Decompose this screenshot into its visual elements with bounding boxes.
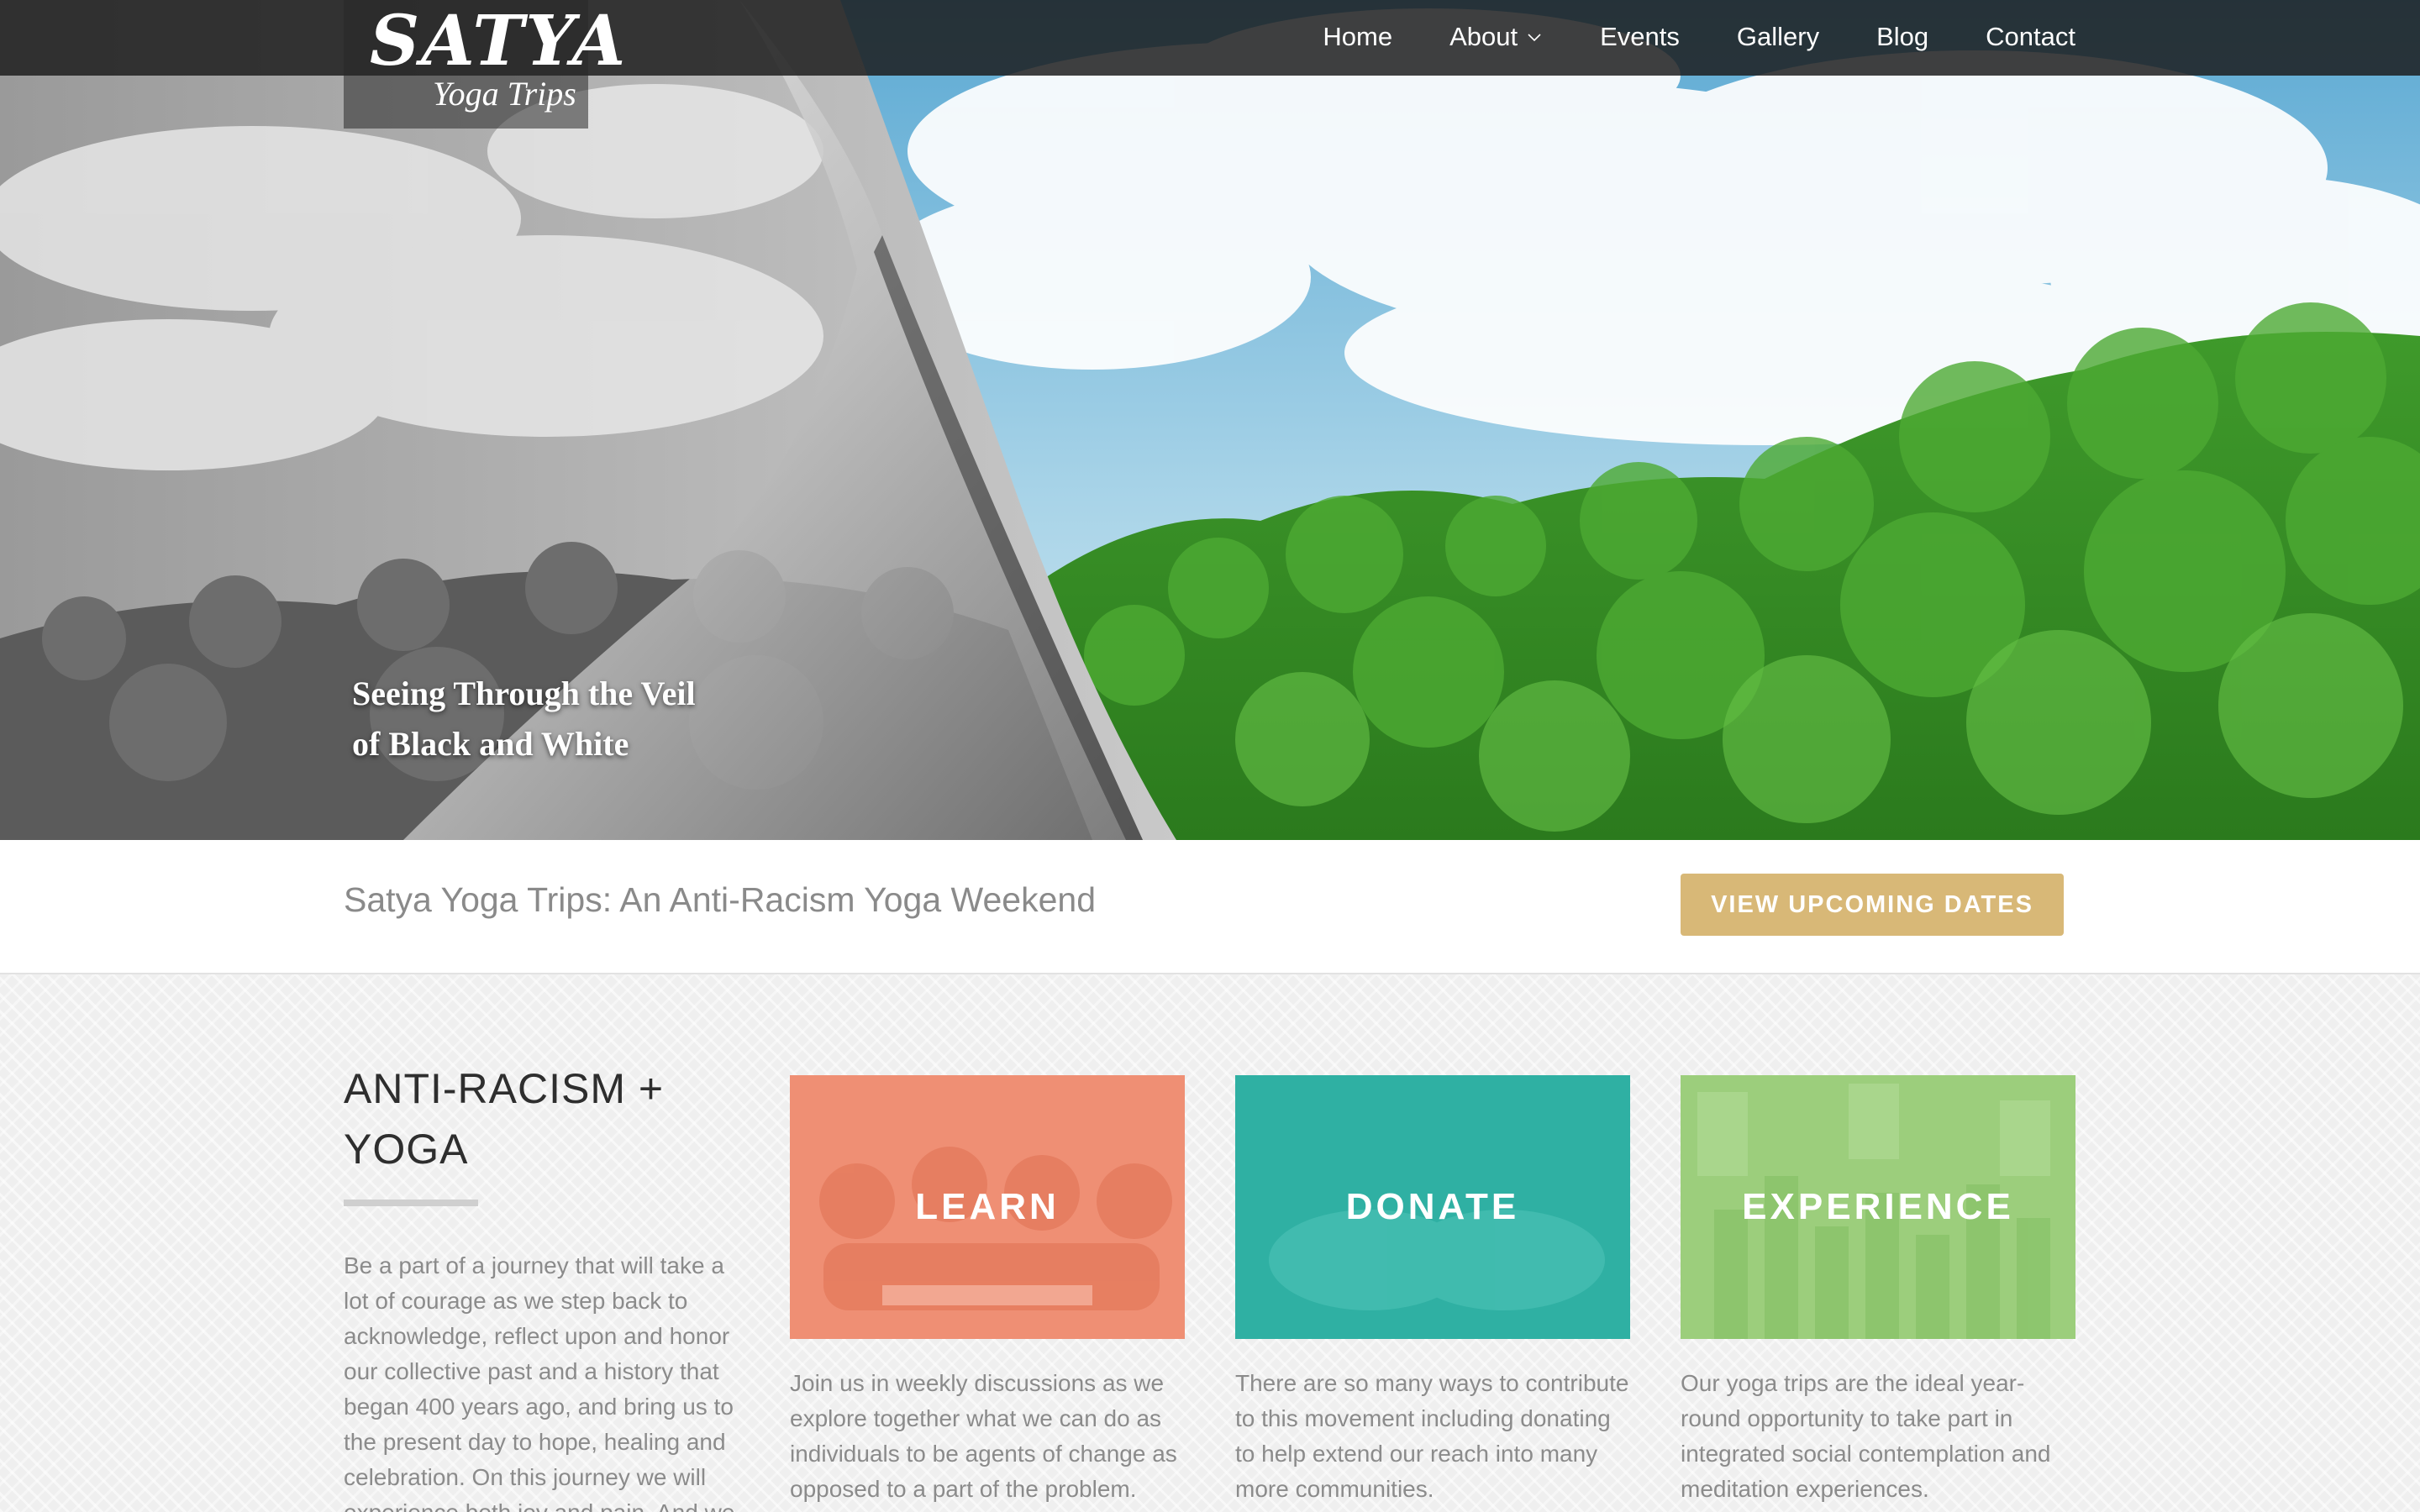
logo-title[interactable]: SATYA bbox=[370, 7, 627, 76]
nav-home-label: Home bbox=[1323, 22, 1393, 51]
banner-title: Satya Yoga Trips: An Anti-Racism Yoga We… bbox=[344, 880, 1096, 919]
donate-card-description: There are so many ways to contribute to … bbox=[1235, 1370, 1629, 1502]
nav-blog[interactable]: Blog bbox=[1876, 22, 1928, 52]
learn-card-description: Join us in weekly discussions as we expl… bbox=[790, 1370, 1177, 1502]
donate-card-label: DONATE bbox=[1345, 1186, 1520, 1227]
chevron-down-icon bbox=[1528, 34, 1541, 42]
nav-gallery[interactable]: Gallery bbox=[1737, 22, 1819, 52]
nav-contact[interactable]: Contact bbox=[1986, 22, 2075, 52]
experience-card-description: Our yoga trips are the ideal year-round … bbox=[1681, 1370, 2051, 1502]
promo-banner: Satya Yoga Trips: An Anti-Racism Yoga We… bbox=[0, 840, 2420, 974]
learn-card[interactable]: LEARN bbox=[790, 1075, 1185, 1339]
section-title: ANTI-RACISM + YOGA bbox=[344, 1065, 665, 1173]
hero-caption: Seeing Through the Veil of Black and Whi… bbox=[352, 669, 696, 769]
donate-card[interactable]: DONATE bbox=[1235, 1075, 1630, 1339]
main-nav: Home About Events Gallery Blog Contact bbox=[1265, 0, 2075, 74]
hero-caption-line1: Seeing Through the Veil bbox=[352, 675, 696, 712]
content-section: ANTI-RACISM + YOGA Be a part of a journe… bbox=[0, 974, 2420, 1512]
nav-about-label: About bbox=[1449, 22, 1518, 51]
nav-about[interactable]: About bbox=[1449, 22, 1543, 52]
nav-home[interactable]: Home bbox=[1323, 22, 1392, 52]
nav-events-label: Events bbox=[1600, 22, 1680, 51]
intro-paragraph: Be a part of a journey that will take a … bbox=[344, 1252, 734, 1512]
nav-contact-label: Contact bbox=[1986, 22, 2075, 51]
learn-card-label: LEARN bbox=[915, 1186, 1060, 1227]
nav-events[interactable]: Events bbox=[1600, 22, 1680, 52]
view-upcoming-dates-button[interactable]: VIEW UPCOMING DATES bbox=[1681, 874, 2064, 936]
nav-blog-label: Blog bbox=[1876, 22, 1929, 51]
logo-subtitle[interactable]: Yoga Trips bbox=[433, 77, 576, 111]
hero-caption-line2: of Black and White bbox=[352, 725, 629, 763]
nav-gallery-label: Gallery bbox=[1736, 22, 1820, 51]
experience-card-label: EXPERIENCE bbox=[1742, 1186, 2014, 1227]
experience-card[interactable]: EXPERIENCE bbox=[1681, 1075, 2075, 1339]
title-divider bbox=[344, 1200, 478, 1206]
